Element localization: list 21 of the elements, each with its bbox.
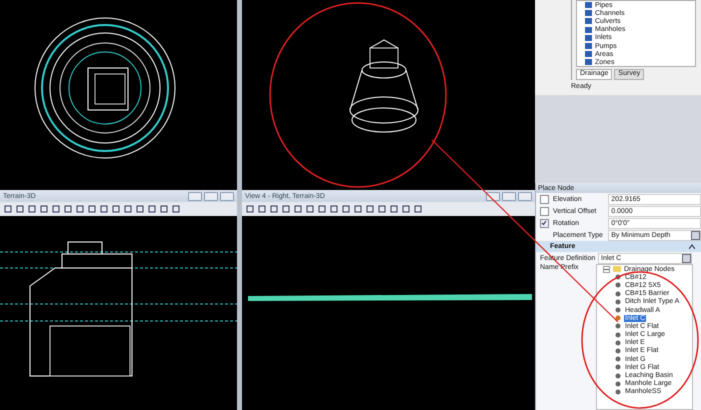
checkbox[interactable] bbox=[540, 206, 549, 216]
node-icon bbox=[615, 307, 621, 314]
node-icon bbox=[615, 372, 621, 379]
node-icon bbox=[615, 282, 621, 288]
node-icon bbox=[615, 323, 621, 330]
node-icon bbox=[615, 274, 621, 280]
node-icon bbox=[615, 290, 621, 297]
tree-expander-icon[interactable] bbox=[603, 266, 610, 273]
node-icon bbox=[615, 348, 621, 354]
node-icon bbox=[615, 380, 621, 387]
collapse-icon[interactable] bbox=[689, 244, 695, 249]
node-icon bbox=[615, 388, 621, 395]
node-icon bbox=[615, 364, 621, 370]
node-icon bbox=[615, 356, 621, 362]
checkbox[interactable] bbox=[540, 218, 549, 228]
node-icon bbox=[615, 340, 621, 346]
node-icon bbox=[615, 332, 621, 338]
folder-icon bbox=[613, 266, 621, 272]
checkbox[interactable] bbox=[540, 194, 549, 204]
node-icon bbox=[615, 298, 621, 305]
node-icon bbox=[615, 315, 621, 322]
